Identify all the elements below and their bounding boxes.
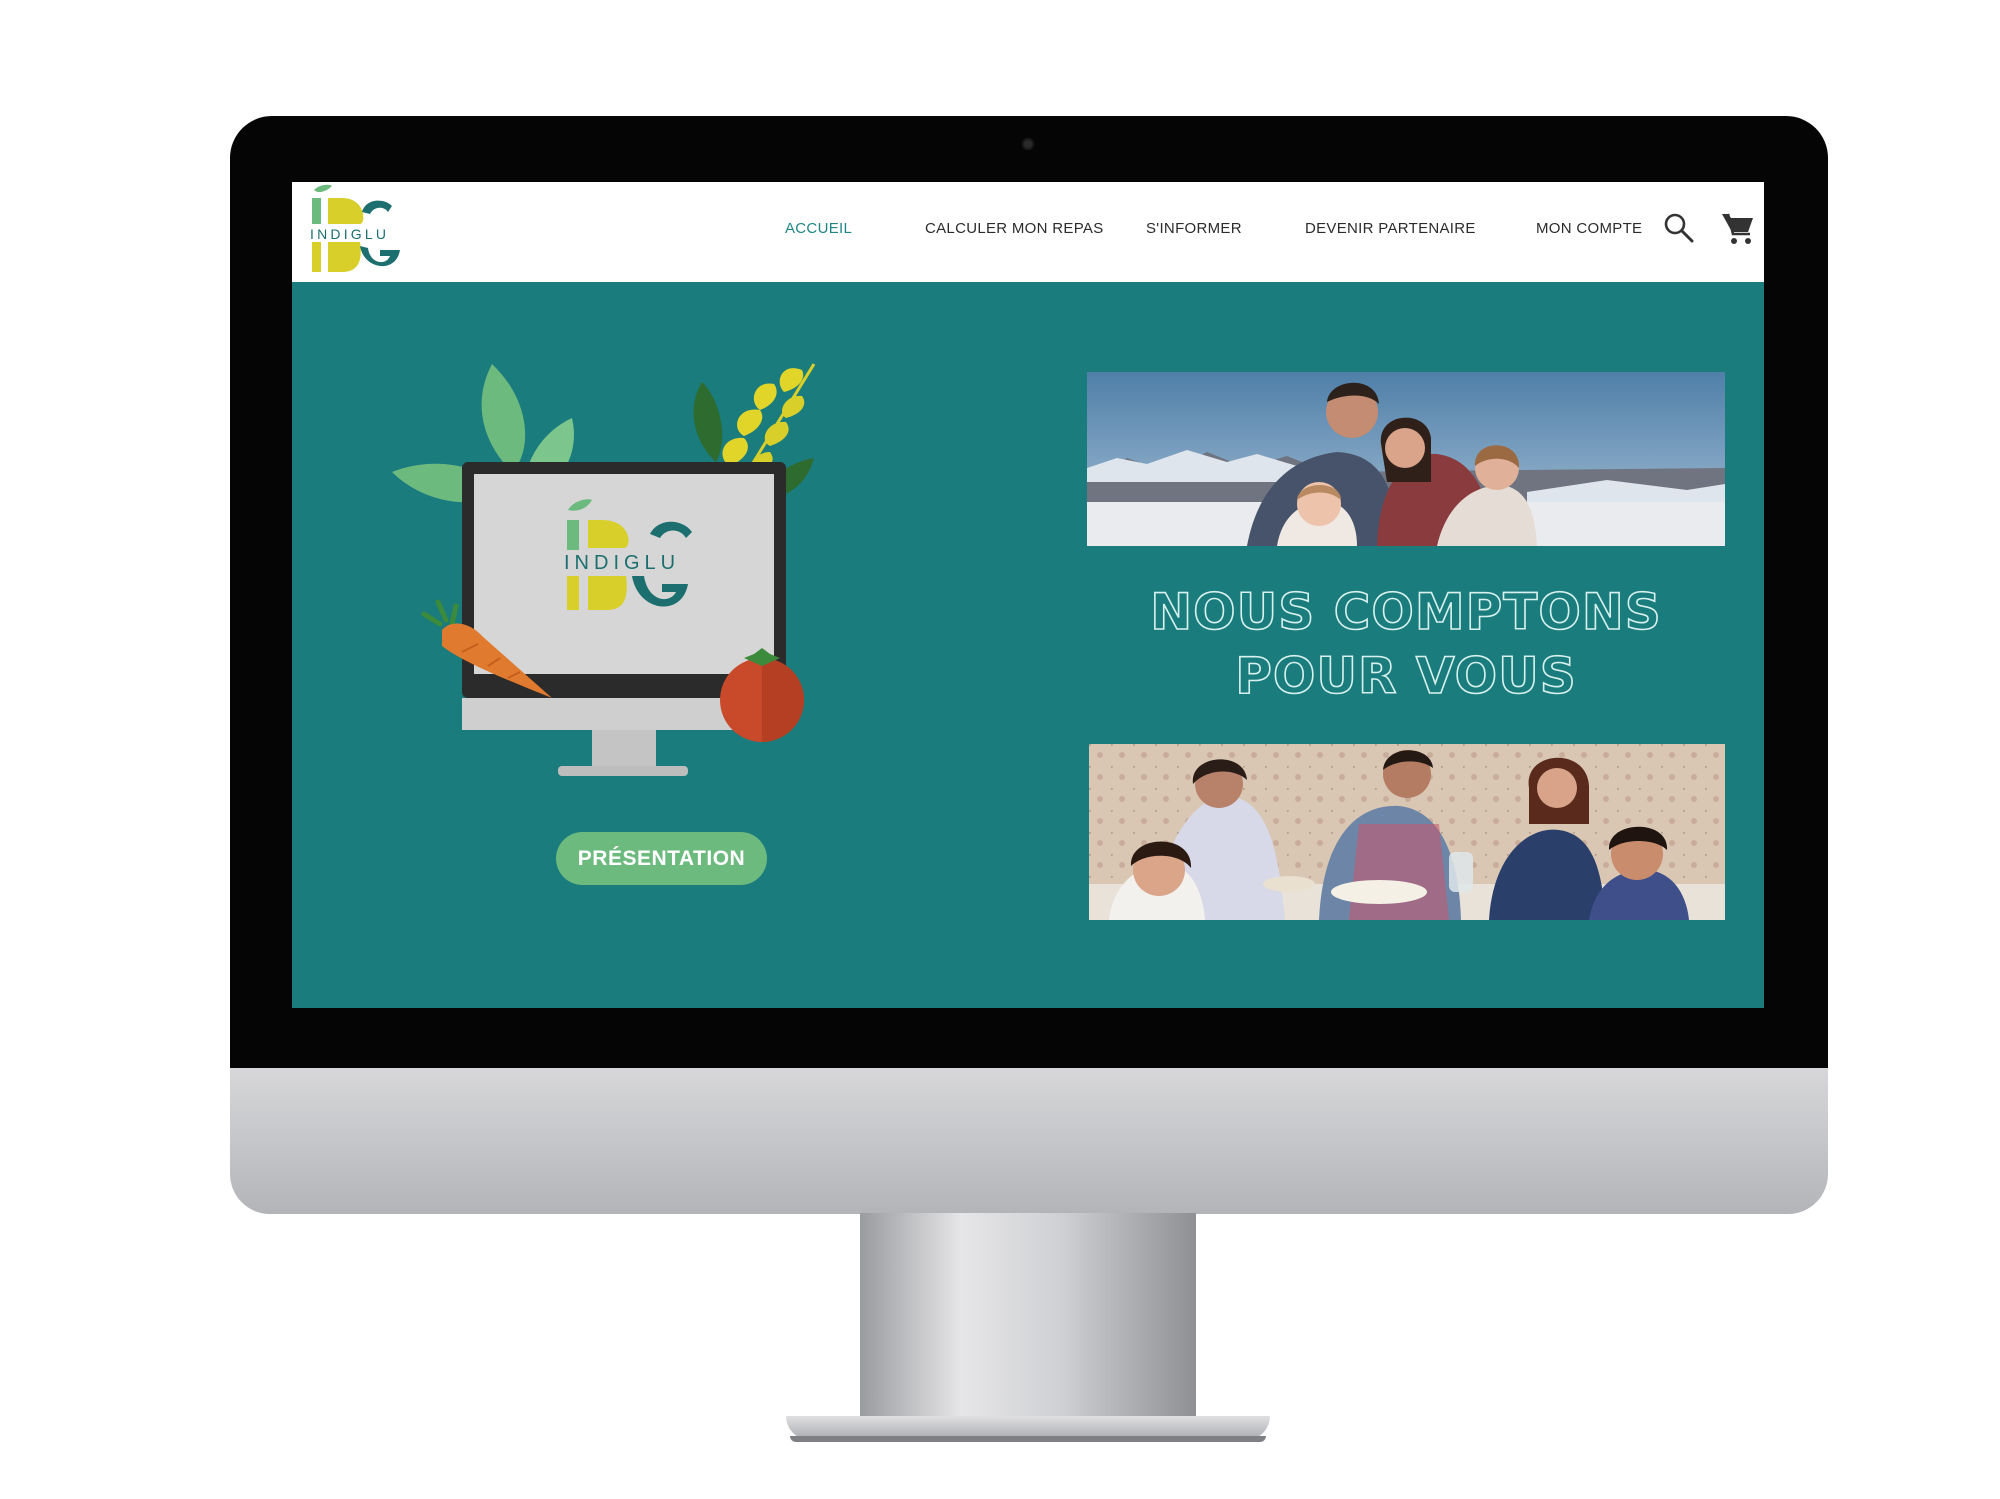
nav-accueil[interactable]: ACCUEIL bbox=[785, 220, 852, 237]
nav-s-informer[interactable]: S'INFORMER bbox=[1146, 220, 1242, 237]
illustration-wordmark: INDIGLU bbox=[564, 552, 680, 574]
search-icon[interactable] bbox=[1663, 212, 1695, 244]
indiglu-logo[interactable]: INDIGLU bbox=[300, 184, 408, 278]
hero-headline: NOUS COMPTONS POUR VOUS bbox=[1087, 580, 1725, 708]
logo-wordmark: INDIGLU bbox=[310, 226, 389, 242]
family-dinner-photo bbox=[1089, 744, 1725, 920]
website-screen: INDIGLU ACCUEIL CALCULER MON REPAS S'INF… bbox=[292, 182, 1764, 1008]
nav-mon-compte[interactable]: MON COMPTE bbox=[1536, 220, 1642, 237]
hero-illustration: INDIGLU bbox=[392, 363, 816, 776]
headline-line-2: POUR VOUS bbox=[1234, 646, 1577, 706]
webcam bbox=[1022, 138, 1034, 150]
monitor-stand-shadow bbox=[790, 1436, 1266, 1442]
monitor-chin bbox=[230, 1068, 1828, 1214]
headline-line-1: NOUS COMPTONS bbox=[1149, 582, 1662, 642]
nav-devenir-partenaire[interactable]: DEVENIR PARTENAIRE bbox=[1305, 220, 1476, 237]
top-navbar: INDIGLU ACCUEIL CALCULER MON REPAS S'INF… bbox=[292, 182, 1764, 282]
nav-calculer-mon-repas[interactable]: CALCULER MON REPAS bbox=[925, 220, 1104, 237]
monitor-stand bbox=[860, 1213, 1196, 1429]
presentation-button[interactable]: PRÉSENTATION bbox=[556, 832, 767, 885]
cart-icon[interactable] bbox=[1720, 210, 1756, 246]
family-mountain-photo bbox=[1087, 372, 1725, 546]
